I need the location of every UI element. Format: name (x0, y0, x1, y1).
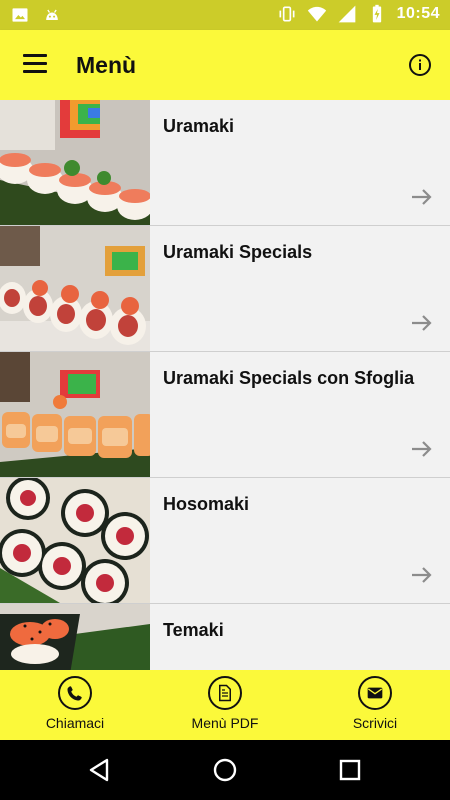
hosomaki-photo (0, 478, 150, 603)
menu-item-temaki[interactable]: Temaki (0, 604, 450, 670)
page-title: Menù (76, 52, 137, 78)
arrow-right-icon (412, 315, 432, 331)
phone-icon (58, 676, 92, 710)
app-bar: Menù (0, 30, 450, 100)
image-icon (12, 8, 28, 22)
bottom-action-bar: Chiamaci Menù PDF Scrivici (0, 670, 450, 740)
uramaki-photo (0, 100, 150, 225)
write-label: Scrivici (352, 715, 398, 731)
system-nav-bar (0, 740, 450, 800)
document-icon (208, 676, 242, 710)
menu-item-label: Uramaki Specials con Sfoglia (163, 368, 415, 388)
info-icon[interactable] (408, 53, 432, 77)
call-label: Chiamaci (45, 715, 105, 731)
menu-item-uramaki-specials[interactable]: Uramaki Specials (0, 226, 450, 352)
clock: 10:54 (396, 5, 440, 22)
menu-item-uramaki[interactable]: Uramaki (0, 100, 450, 226)
write-button[interactable]: Scrivici (315, 676, 435, 738)
menu-pdf-label: Menù PDF (191, 715, 259, 731)
uramaki-specials-photo (0, 226, 150, 351)
menu-item-label: Uramaki (163, 116, 235, 136)
arrow-right-icon (412, 189, 432, 205)
menu-item-uramaki-specials-sfoglia[interactable]: Uramaki Specials con Sfoglia (0, 352, 450, 478)
menu-item-hosomaki[interactable]: Hosomaki (0, 478, 450, 604)
signal-icon (338, 5, 355, 23)
menu-item-label: Uramaki Specials (163, 242, 313, 262)
uramaki-sfoglia-photo (0, 352, 150, 477)
recents-icon[interactable] (336, 756, 364, 784)
mail-icon (358, 676, 392, 710)
battery-charging-icon (372, 4, 381, 23)
status-bar: 10:54 (0, 0, 450, 30)
hamburger-icon[interactable] (22, 54, 48, 76)
vibrate-icon (279, 6, 295, 22)
back-icon[interactable] (85, 756, 113, 784)
arrow-right-icon (412, 441, 432, 457)
arrow-right-icon (412, 567, 432, 583)
call-button[interactable]: Chiamaci (15, 676, 135, 738)
menu-item-label: Hosomaki (163, 494, 250, 514)
menu-item-label: Temaki (163, 620, 224, 640)
wifi-icon (307, 6, 326, 22)
android-icon (46, 9, 58, 20)
menu-pdf-button[interactable]: Menù PDF (165, 676, 285, 738)
menu-category-list[interactable]: Uramaki Uramaki Specials Uramaki Special… (0, 100, 450, 670)
temaki-photo (0, 604, 150, 670)
home-icon[interactable] (211, 756, 239, 784)
